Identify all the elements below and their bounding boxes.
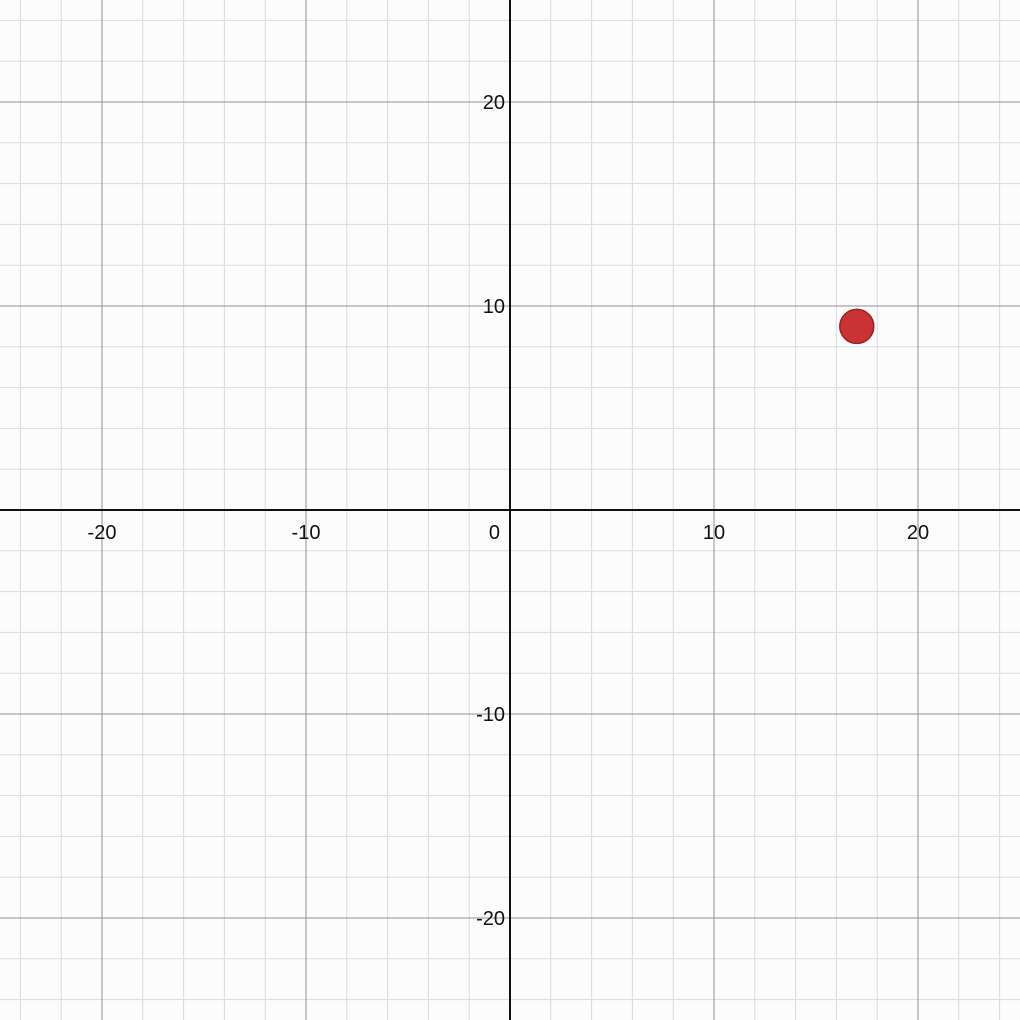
data-points — [839, 308, 875, 345]
y-tick-label-neg20: -20 — [476, 908, 505, 930]
x-tick-label-neg10: -10 — [292, 522, 321, 544]
data-point[interactable] — [839, 308, 875, 345]
x-tick-label-10: 10 — [703, 522, 725, 544]
x-tick-label-neg20: -20 — [88, 522, 117, 544]
y-tick-label-neg10: -10 — [476, 704, 505, 726]
y-tick-label-20: 20 — [483, 92, 505, 114]
y-tick-label-10: 10 — [483, 296, 505, 318]
coordinate-plane: -20 -10 10 20 20 10 -10 -20 0 — [0, 0, 1020, 1020]
axes — [0, 0, 1020, 1020]
x-tick-label-20: 20 — [907, 522, 929, 544]
origin-label: 0 — [489, 522, 500, 544]
